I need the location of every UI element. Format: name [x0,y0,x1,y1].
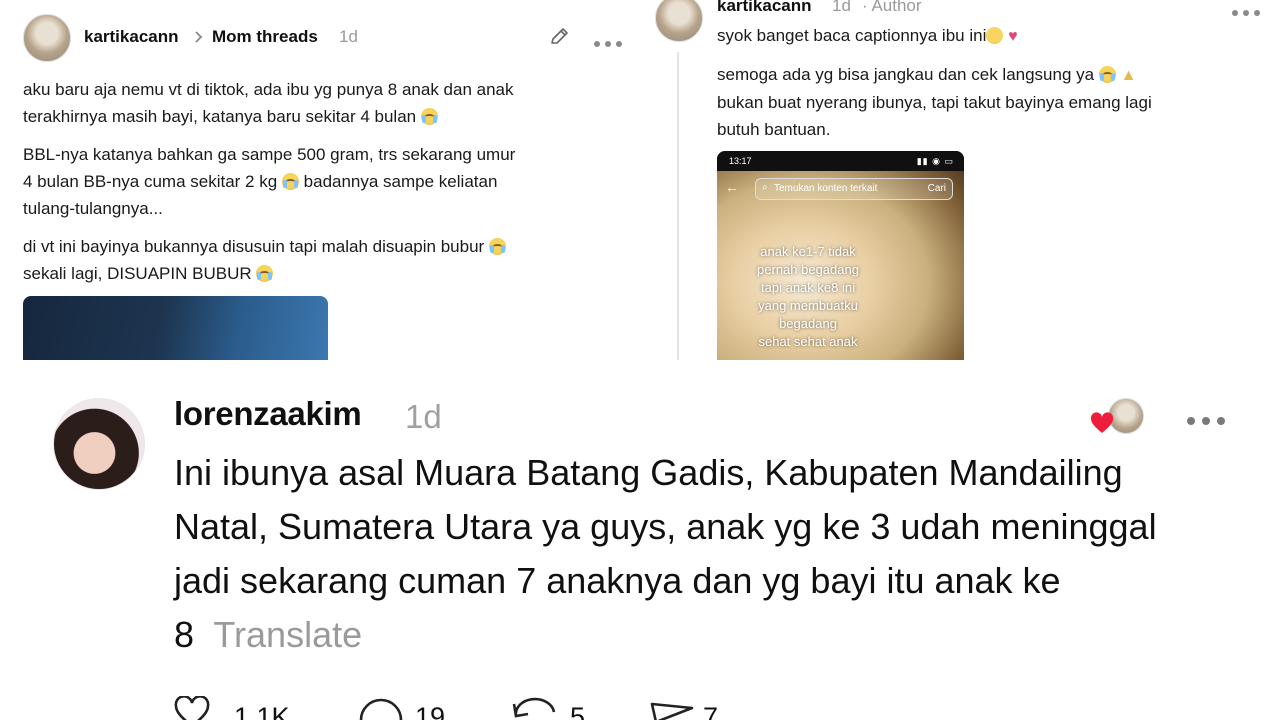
more-options-icon[interactable] [1187,412,1232,430]
comment-time: 1d [405,398,442,435]
comment-text: Ini ibunya asal Muara Batang Gadis, Kabu… [174,452,1157,655]
author-badge: · Author [862,0,922,15]
overlay-line: tapi anak ke8 ini [761,280,855,295]
post-paragraph: syok banget baca captionnya ibu ini ♥ [717,26,1018,45]
more-options-icon[interactable] [1232,3,1265,21]
reply-count: 19 [415,702,446,720]
overlay-line: yang membuatku [758,298,858,313]
video-caption-overlay: anak ke1-7 tidak pernah begadang tapi an… [733,243,883,351]
phone-clock: 13:17 [729,156,752,166]
crying-face-icon [256,265,274,282]
phone-search-bar: ⌕ Temukan konten terkait Cari [755,178,953,200]
heart-icon [1090,412,1114,433]
repost-icon[interactable] [510,694,562,720]
repost-count: 5 [570,702,586,720]
crying-face-icon [488,238,506,255]
avatar[interactable] [655,0,703,42]
phone-search-button: Cari [927,183,946,194]
crying-face-icon [420,108,438,125]
comment: lorenzaakim 1d Ini ibunya asal Muara Bat… [0,360,1280,720]
community-name[interactable]: Mom threads [212,27,318,47]
overlay-line: begadang [779,316,837,331]
status-icons: ▮▮ ◉ ▭ [916,156,954,166]
post-media-screenshot[interactable]: 13:17 ▮▮ ◉ ▭ ← ⌕ Temukan konten terkait … [717,151,964,360]
crying-face-icon [281,173,299,190]
username[interactable]: lorenzaakim [174,395,362,433]
overlay-line: pernah begadang [757,262,859,277]
search-icon: ⌕ [762,182,768,193]
like-heart-icon[interactable] [174,696,210,720]
praying-hands-icon: ▲ [1120,67,1137,84]
post-media-image[interactable] [23,296,328,360]
post-time: 1d [832,0,851,15]
like-count: 1,1K [234,702,290,720]
username[interactable]: kartikacann [84,27,179,47]
post-paragraph: aku baru aja nemu vt di tiktok, ada ibu … [23,80,514,126]
post-paragraph: di vt ini bayinya bukannya disusuin tapi… [23,233,623,287]
back-arrow-icon: ← [725,179,739,195]
chevron-right-icon [195,31,203,43]
comment-body: Ini ibunya asal Muara Batang Gadis, Kabu… [174,446,1254,662]
sad-face-icon [986,27,1004,44]
avatar[interactable] [53,398,145,490]
post-time: 1d [339,27,358,46]
thread-line [677,52,679,360]
post-paragraph: BBL-nya katanya bahkan ga sampe 500 gram… [23,145,516,218]
more-options-icon[interactable] [594,34,627,52]
share-count: 7 [703,702,719,720]
share-send-icon[interactable] [648,694,696,720]
reply-bubble-icon[interactable] [357,696,407,720]
avatar[interactable] [23,14,71,62]
username[interactable]: kartikacann [717,0,812,16]
overlay-line: anak ke1-7 tidak [760,244,856,259]
author-reply-post: kartikacann 1d · Author syok banget baca… [640,0,1280,360]
overlay-line: sehat sehat anak [758,334,858,349]
original-post: kartikacann Mom threads 1d aku baru aja … [0,0,640,360]
liked-by-author-indicator [1090,398,1146,434]
post-body: aku baru aja nemu vt di tiktok, ada ibu … [23,76,623,287]
crying-face-icon [1098,66,1116,83]
phone-status-bar: 13:17 ▮▮ ◉ ▭ [717,151,964,171]
phone-search-placeholder: Temukan konten terkait [774,183,878,194]
post-body: syok banget baca captionnya ibu ini ♥ se… [717,22,1262,143]
translate-link[interactable]: Translate [213,614,362,655]
post-paragraph: semoga ada yg bisa jangkau dan cek langs… [717,65,1152,139]
broken-heart-icon: ♥ [1008,28,1018,45]
edit-pencil-icon[interactable] [548,26,570,48]
